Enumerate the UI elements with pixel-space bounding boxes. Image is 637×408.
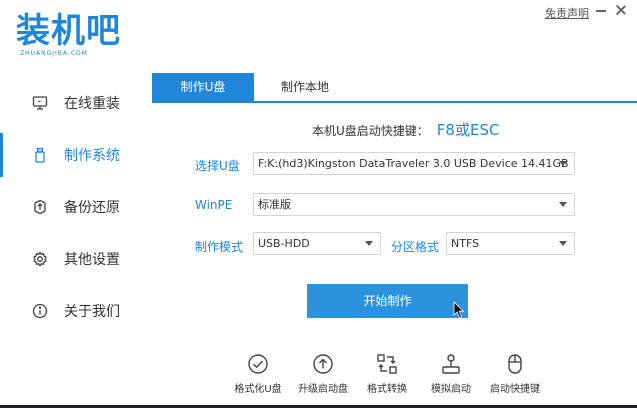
sidebar-item-label: 在线重装 [64,96,120,112]
chevron-down-icon [559,241,567,246]
backup-icon [30,197,50,217]
tool-label: 格式化U盘 [234,384,282,395]
sidebar-item-online-reinstall[interactable]: 在线重装 [0,77,150,129]
monitor-icon [30,93,50,113]
shortcut-info: 本机U盘启动快捷键： F8或ESC [312,119,499,140]
tool-boot-shortcut[interactable]: 启动快捷键 [483,353,547,395]
shortcut-label: 本机U盘启动快捷键： [312,124,429,138]
mode-select[interactable]: USB-HDD [253,232,381,255]
mouse-cursor-icon [453,301,465,319]
partition-label: 分区格式 [391,240,440,254]
chevron-down-icon [559,161,567,166]
winpe-select-value: 标准版 [258,198,291,211]
tool-label: 启动快捷键 [490,384,540,395]
sidebar-item-label: 其他设置 [64,252,120,268]
tab-make-local[interactable]: 制作本地 [254,73,356,101]
mode-select-value: USB-HDD [258,237,310,250]
sidebar-item-about-us[interactable]: 关于我们 [0,285,150,337]
sidebar-item-make-system[interactable]: 制作系统 [0,129,150,181]
sidebar-item-label: 备份还原 [64,200,120,216]
usb-select-value: F:K:(hd3)Kingston DataTraveler 3.0 USB D… [258,157,569,170]
chevron-down-icon [559,202,567,207]
info-icon [30,301,50,321]
sidebar: 在线重装 制作系统 备份还原 其他设置 关于我们 [0,75,150,337]
partition-select[interactable]: NTFS [446,232,575,255]
usb-select[interactable]: F:K:(hd3)Kingston DataTraveler 3.0 USB D… [253,152,575,175]
tool-label: 格式转换 [367,384,407,395]
mouse-icon [508,354,522,374]
sidebar-item-label: 制作系统 [64,148,120,164]
joystick-icon [442,354,460,374]
minimize-icon[interactable] [595,3,607,17]
tool-format-usb[interactable]: 格式化U盘 [226,353,290,395]
tool-simulate-boot[interactable]: 模拟启动 [419,353,483,395]
winpe-label: WinPE [195,198,233,212]
mode-label: 制作模式 [195,240,244,254]
usb-label: 选择U盘 [195,159,240,173]
logo-subtext: ZHUANGJIBA.COM [20,50,88,57]
app-logo: 装机吧 ZHUANGJIBA.COM [16,12,136,62]
disclaimer-link[interactable]: 免责声明 [545,5,589,21]
close-icon[interactable] [615,3,627,17]
sidebar-item-label: 关于我们 [64,304,120,320]
chevron-down-icon [365,241,373,246]
tool-format-convert[interactable]: 格式转换 [355,353,419,395]
convert-icon [377,354,397,374]
winpe-select[interactable]: 标准版 [253,193,575,216]
sidebar-item-backup-restore[interactable]: 备份还原 [0,181,150,233]
upload-circle-icon [313,354,333,374]
logo-text: 装机吧 [16,11,121,51]
tool-label: 模拟启动 [431,384,471,395]
partition-select-value: NTFS [451,237,480,250]
start-make-button[interactable]: 开始制作 [307,284,468,318]
usb-icon [30,145,50,165]
gear-icon [30,249,50,269]
sidebar-item-other-settings[interactable]: 其他设置 [0,233,150,285]
window-controls [595,3,627,17]
tool-label: 升级启动盘 [298,384,348,395]
shortcut-key: F8或ESC [436,121,500,139]
tool-upgrade-boot-disk[interactable]: 升级启动盘 [291,353,355,395]
tab-make-usb[interactable]: 制作U盘 [152,73,254,101]
check-circle-icon [248,354,268,374]
app-window: 装机吧 ZHUANGJIBA.COM 免责声明 在线重装 制作系统 备份还原 其… [0,0,637,408]
tab-bar: 制作U盘 制作本地 [152,73,637,103]
